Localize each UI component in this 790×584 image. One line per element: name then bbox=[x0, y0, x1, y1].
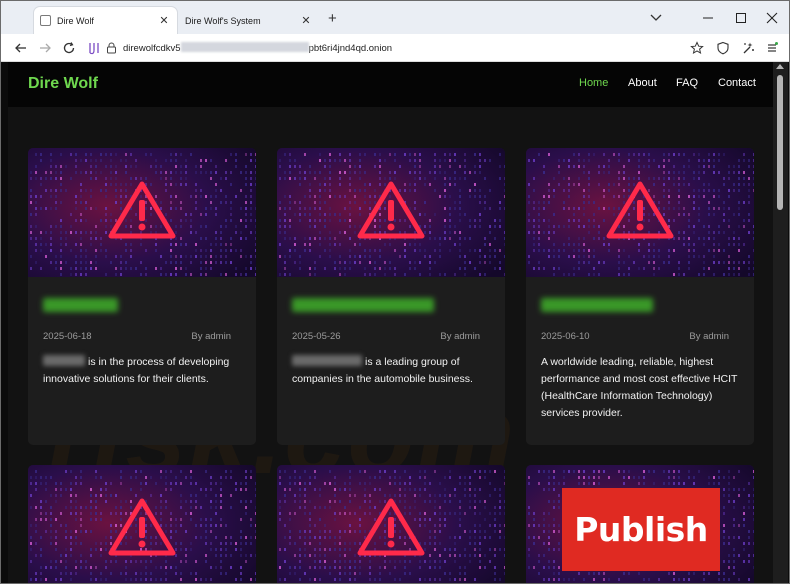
victim-card[interactable]: 2025-06-18 By admin is in the process of… bbox=[28, 148, 256, 445]
menu-icon[interactable] bbox=[765, 41, 779, 55]
card-author: By admin bbox=[689, 331, 729, 342]
brand-logo[interactable]: Dire Wolf bbox=[28, 75, 98, 93]
card-image bbox=[28, 148, 256, 277]
security-level-icon[interactable] bbox=[741, 41, 755, 55]
url-redacted bbox=[180, 42, 309, 52]
new-tab-icon[interactable]: + bbox=[328, 11, 337, 27]
publish-button[interactable]: Publish bbox=[562, 488, 720, 571]
victim-card[interactable]: 2025-05-26 By admin is a leading group o… bbox=[277, 148, 505, 445]
card-title-redacted[interactable] bbox=[541, 298, 653, 312]
web-page: risk.com Dire Wolf Home About FAQ Contac… bbox=[8, 62, 773, 583]
company-name-redacted bbox=[292, 355, 362, 366]
reload-icon[interactable] bbox=[62, 41, 76, 55]
victim-card[interactable] bbox=[28, 465, 256, 583]
shield-icon[interactable] bbox=[716, 41, 730, 55]
onion-lock-icon[interactable] bbox=[106, 42, 117, 54]
card-author: By admin bbox=[440, 331, 480, 342]
tab-title: Dire Wolf bbox=[57, 15, 94, 26]
victim-card[interactable]: 2025-06-10 By admin A worldwide leading,… bbox=[526, 148, 754, 445]
back-icon[interactable] bbox=[14, 41, 28, 55]
tab-dire-wolf-system[interactable]: Dire Wolf's System ✕ bbox=[179, 7, 319, 34]
card-description: is in the process of developing innovati… bbox=[43, 354, 243, 388]
card-image bbox=[277, 148, 505, 277]
card-image bbox=[526, 148, 754, 277]
nav-about[interactable]: About bbox=[628, 77, 657, 89]
close-tab-icon[interactable]: ✕ bbox=[157, 14, 171, 28]
scroll-up-icon[interactable] bbox=[776, 64, 784, 69]
page-favicon-icon bbox=[40, 15, 51, 26]
card-image: Publish bbox=[526, 465, 754, 583]
list-tabs-chevron-down-icon[interactable] bbox=[649, 12, 663, 24]
scrollbar-thumb[interactable] bbox=[777, 75, 783, 210]
site-header: Dire Wolf Home About FAQ Contact bbox=[8, 62, 773, 107]
card-image bbox=[28, 465, 256, 583]
maximize-icon[interactable] bbox=[735, 12, 747, 24]
card-title-redacted[interactable] bbox=[43, 298, 118, 312]
tab-title: Dire Wolf's System bbox=[185, 15, 261, 26]
nav-home[interactable]: Home bbox=[579, 77, 608, 89]
address-bar[interactable]: direwolfcdkv5 pbt6ri4jnd4qd.onion bbox=[83, 37, 683, 59]
card-image bbox=[277, 465, 505, 583]
card-date: 2025-05-26 bbox=[292, 331, 341, 342]
forward-icon[interactable] bbox=[38, 41, 52, 55]
minimize-icon[interactable] bbox=[702, 12, 714, 24]
url-text: direwolfcdkv5 pbt6ri4jnd4qd.onion bbox=[123, 42, 392, 54]
close-window-icon[interactable] bbox=[766, 12, 778, 24]
victim-card[interactable] bbox=[277, 465, 505, 583]
url-prefix: direwolfcdkv5 bbox=[123, 43, 181, 54]
browser-window: Dire Wolf ✕ Dire Wolf's System ✕ + direw… bbox=[0, 0, 790, 584]
card-date: 2025-06-10 bbox=[541, 331, 590, 342]
nav-toolbar: direwolfcdkv5 pbt6ri4jnd4qd.onion bbox=[1, 34, 789, 62]
tab-dire-wolf[interactable]: Dire Wolf ✕ bbox=[34, 7, 177, 34]
url-suffix: pbt6ri4jnd4qd.onion bbox=[308, 43, 393, 54]
company-name-redacted bbox=[43, 355, 85, 366]
page-scrollbar[interactable] bbox=[773, 62, 788, 583]
card-description: A worldwide leading, reliable, highest p… bbox=[541, 356, 738, 419]
nav-faq[interactable]: FAQ bbox=[676, 77, 698, 89]
bookmark-star-icon[interactable] bbox=[690, 41, 704, 55]
nav-contact[interactable]: Contact bbox=[718, 77, 756, 89]
close-tab-icon[interactable]: ✕ bbox=[299, 14, 313, 28]
card-author: By admin bbox=[191, 331, 231, 342]
card-title-redacted[interactable] bbox=[292, 298, 434, 312]
victim-card[interactable]: Publish bbox=[526, 465, 754, 583]
tab-strip: Dire Wolf ✕ Dire Wolf's System ✕ + bbox=[1, 1, 789, 34]
card-description: is a leading group of companies in the a… bbox=[292, 354, 492, 388]
tor-circuit-icon[interactable] bbox=[87, 41, 101, 55]
card-date: 2025-06-18 bbox=[43, 331, 92, 342]
